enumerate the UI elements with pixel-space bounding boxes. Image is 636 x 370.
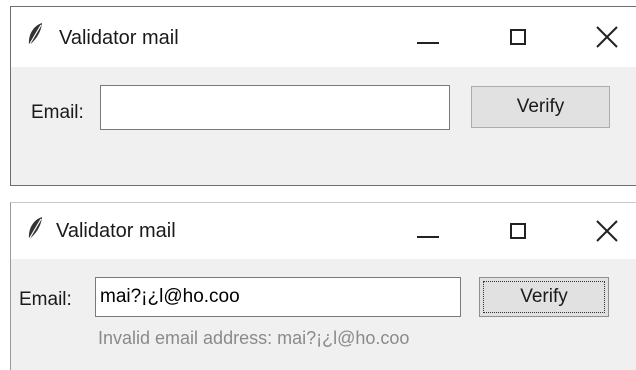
- maximize-button[interactable]: [493, 207, 549, 255]
- window-title: Validator mail: [59, 27, 179, 49]
- email-label: Email:: [19, 289, 72, 310]
- maximize-icon: [510, 29, 526, 45]
- maximize-icon: [510, 223, 526, 239]
- validator-window-invalid: Validator mail Email: Verify Invalid ema…: [10, 202, 636, 370]
- verify-button[interactable]: Verify: [479, 277, 609, 317]
- feather-icon: [27, 217, 42, 242]
- validator-window-empty: Validator mail Email: Verify: [10, 6, 636, 186]
- email-label: Email:: [31, 102, 84, 123]
- close-button[interactable]: [581, 207, 636, 255]
- window-title: Validator mail: [56, 220, 176, 242]
- title-bar[interactable]: Validator mail: [11, 7, 636, 67]
- feather-icon: [27, 23, 42, 48]
- minimize-button[interactable]: [403, 13, 459, 61]
- minimize-icon: [417, 236, 439, 238]
- verify-button[interactable]: Verify: [471, 86, 610, 128]
- close-icon: [596, 26, 618, 48]
- email-input[interactable]: [95, 277, 461, 317]
- close-icon: [596, 220, 618, 242]
- verify-button-label: Verify: [516, 96, 565, 117]
- minimize-button[interactable]: [403, 207, 459, 255]
- close-button[interactable]: [581, 13, 636, 61]
- minimize-icon: [417, 42, 439, 44]
- maximize-button[interactable]: [493, 13, 549, 61]
- error-message: Invalid email address: mai?¡¿l@ho.coo: [98, 328, 410, 348]
- verify-button-label: Verify: [520, 286, 568, 307]
- title-bar[interactable]: Validator mail: [11, 203, 636, 259]
- email-input[interactable]: [100, 85, 450, 130]
